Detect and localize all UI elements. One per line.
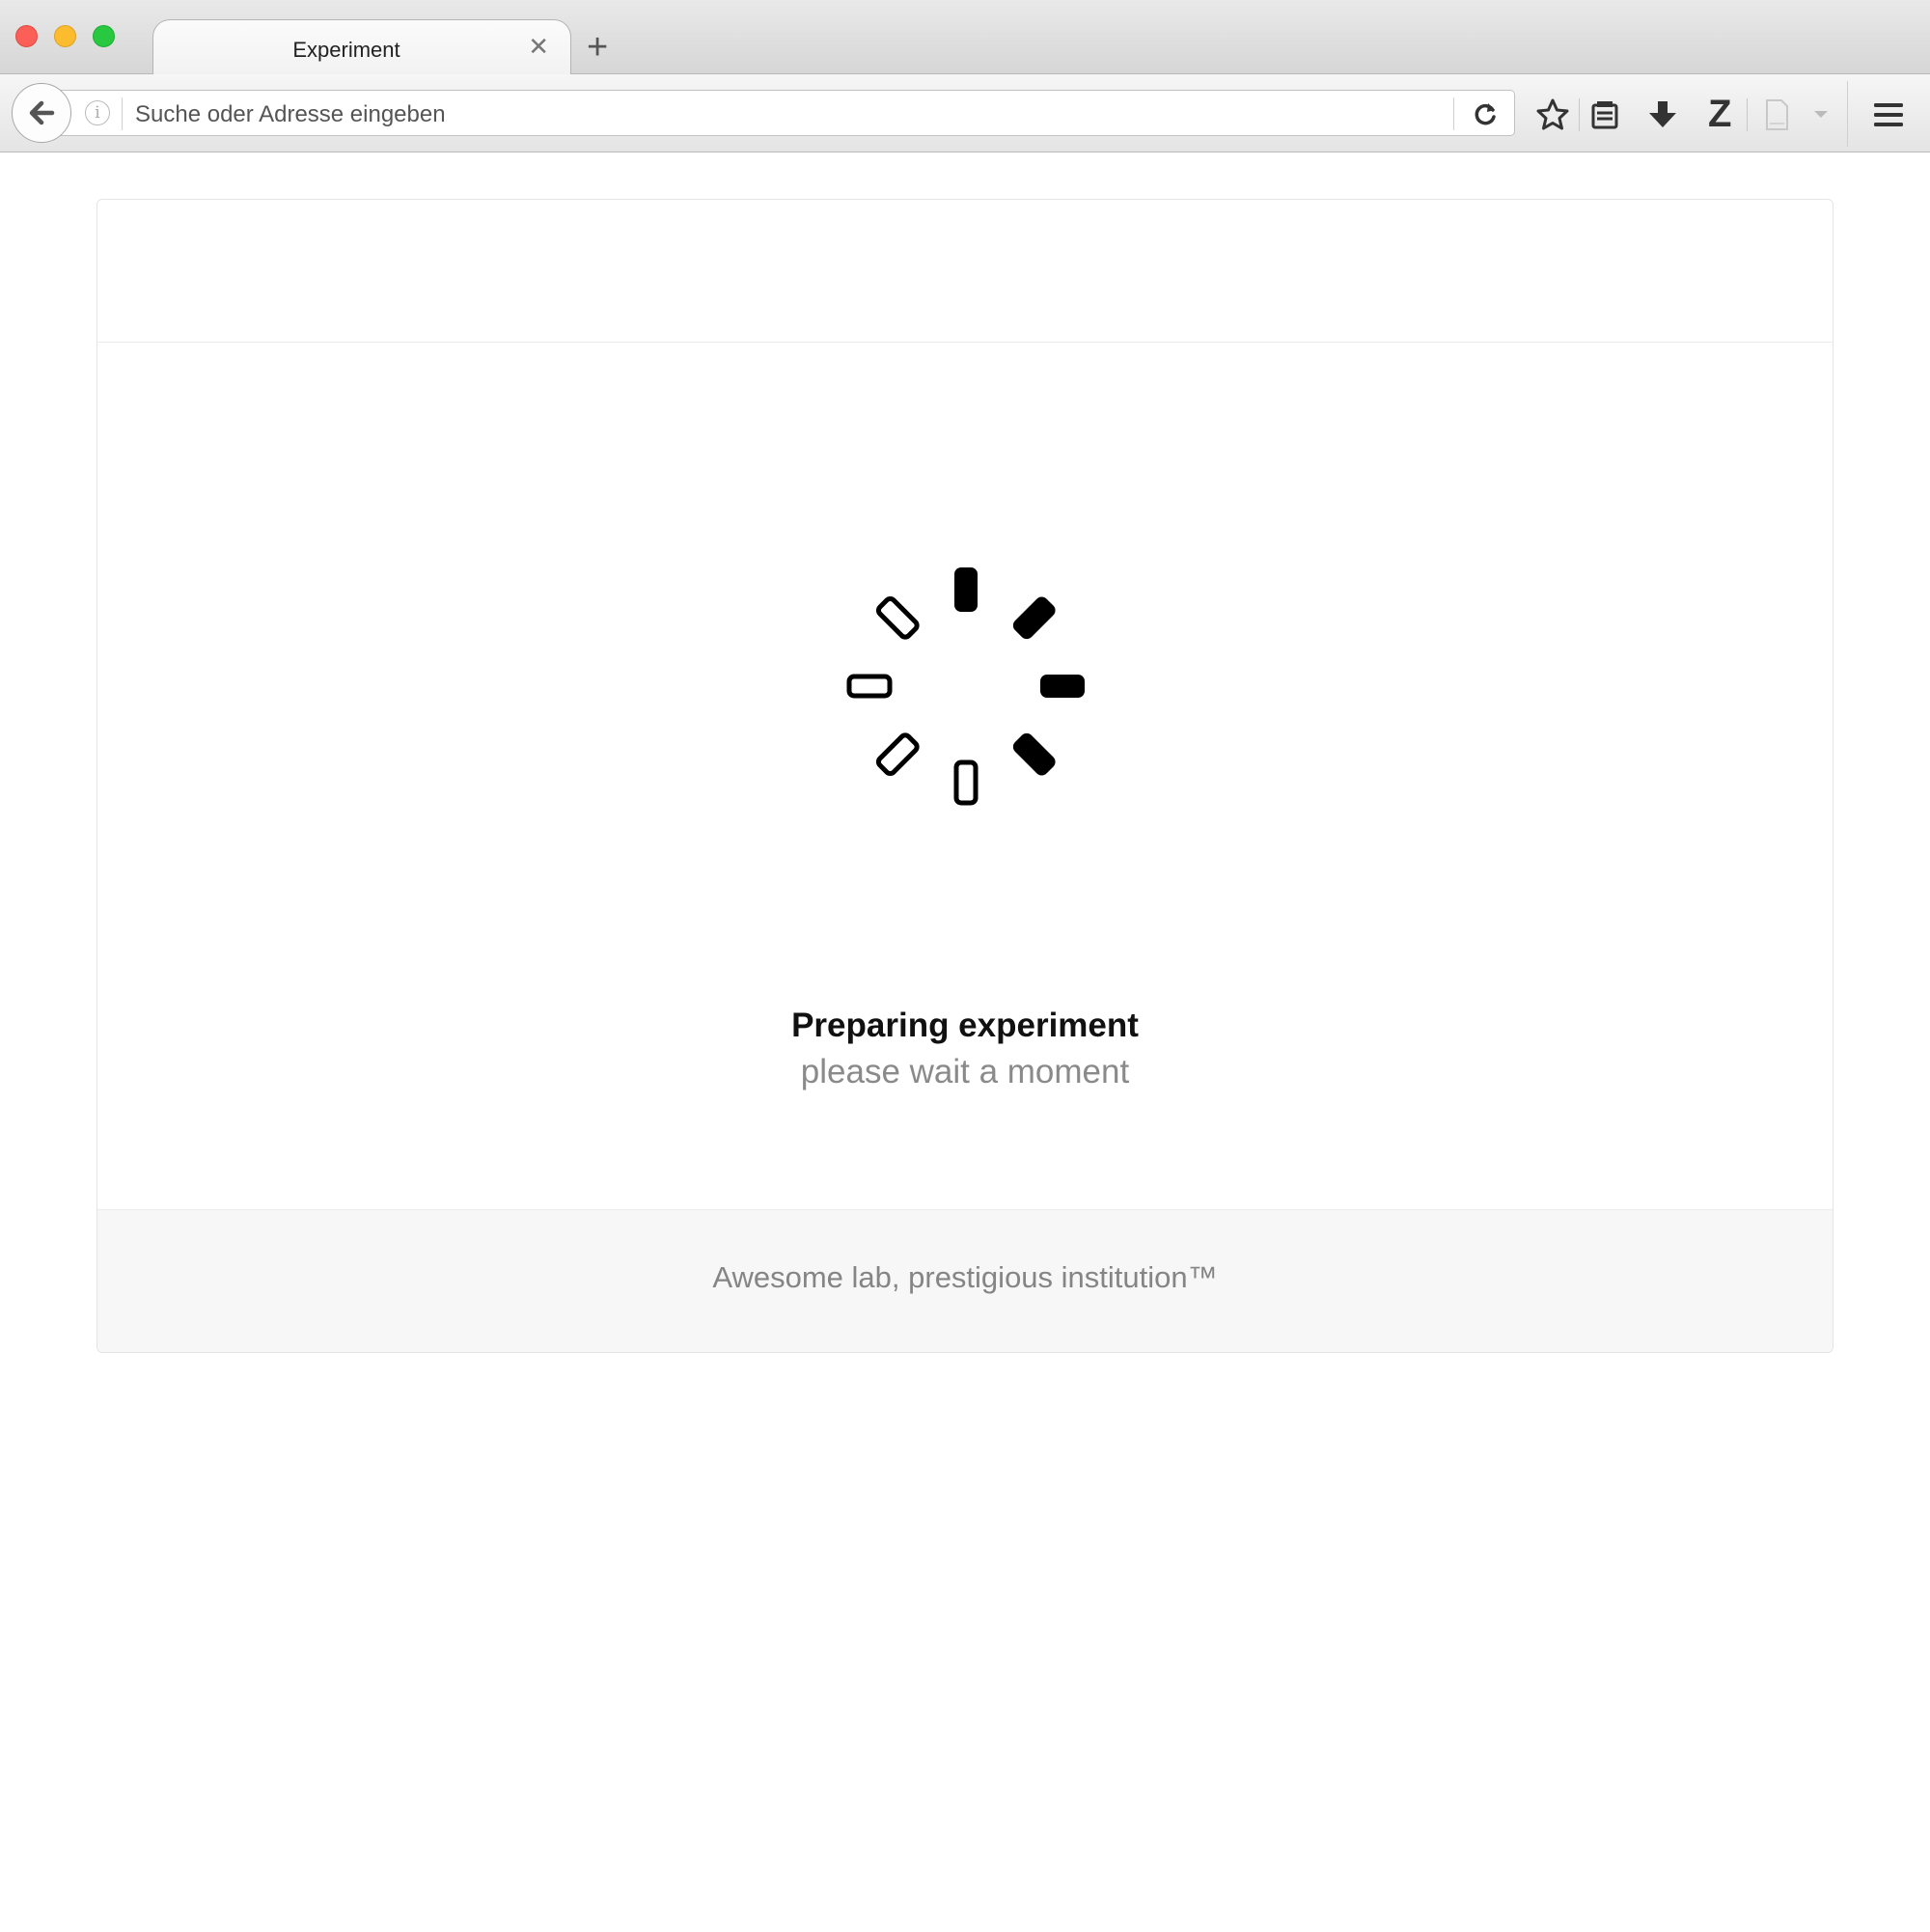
spinner-segment (875, 732, 920, 777)
zotero-icon[interactable]: Z (1708, 93, 1731, 135)
panel-header (97, 200, 1833, 343)
close-tab-icon[interactable]: ✕ (528, 34, 549, 59)
tab-title: Experiment (292, 38, 400, 62)
download-icon[interactable] (1644, 97, 1681, 133)
info-icon[interactable]: i (85, 100, 110, 125)
spinner-segment (846, 674, 893, 699)
toolbar-separator (1747, 98, 1748, 131)
status-title: Preparing experiment (791, 1007, 1139, 1044)
loading-spinner-icon (846, 567, 1085, 806)
address-input[interactable]: Suche oder Adresse eingeben (135, 101, 446, 128)
spinner-segments (846, 567, 1085, 806)
close-window-button[interactable] (15, 25, 38, 47)
browser-window: Experiment ✕ + i Suche oder Adresse eing… (0, 0, 1930, 1932)
page-save-icon[interactable] (1758, 97, 1795, 133)
status-subtitle: please wait a moment (800, 1053, 1130, 1090)
new-tab-button[interactable]: + (587, 29, 608, 66)
address-bar[interactable]: i Suche oder Adresse eingeben (54, 90, 1515, 136)
experiment-panel: Preparing experiment please wait a momen… (96, 199, 1834, 1353)
maximize-window-button[interactable] (93, 25, 115, 47)
hamburger-menu-icon[interactable] (1870, 97, 1907, 133)
tab-experiment[interactable]: Experiment ✕ (152, 19, 571, 75)
minimize-window-button[interactable] (54, 25, 76, 47)
spinner-segment (953, 759, 979, 806)
back-arrow-icon (29, 100, 55, 125)
tab-strip: Experiment ✕ + (0, 0, 1930, 75)
url-separator (1453, 97, 1454, 130)
dropdown-arrow-icon[interactable] (1803, 97, 1839, 133)
spinner-segment (1012, 596, 1056, 640)
panel-footer: Awesome lab, prestigious institution™ (97, 1209, 1833, 1352)
bookmark-star-icon[interactable] (1534, 97, 1571, 133)
navigation-bar: i Suche oder Adresse eingeben (0, 74, 1930, 152)
reload-icon[interactable] (1470, 98, 1501, 129)
spinner-segment (1012, 732, 1056, 776)
toolbar-separator (1847, 81, 1848, 147)
spinner-segment (1040, 675, 1085, 698)
url-separator (122, 97, 123, 130)
toolbar-separator (1579, 98, 1580, 131)
back-button[interactable] (12, 83, 71, 143)
reading-list-icon[interactable] (1586, 97, 1623, 133)
spinner-segment (954, 567, 978, 612)
footer-text: Awesome lab, prestigious institution™ (712, 1260, 1218, 1294)
spinner-segment (875, 595, 920, 640)
